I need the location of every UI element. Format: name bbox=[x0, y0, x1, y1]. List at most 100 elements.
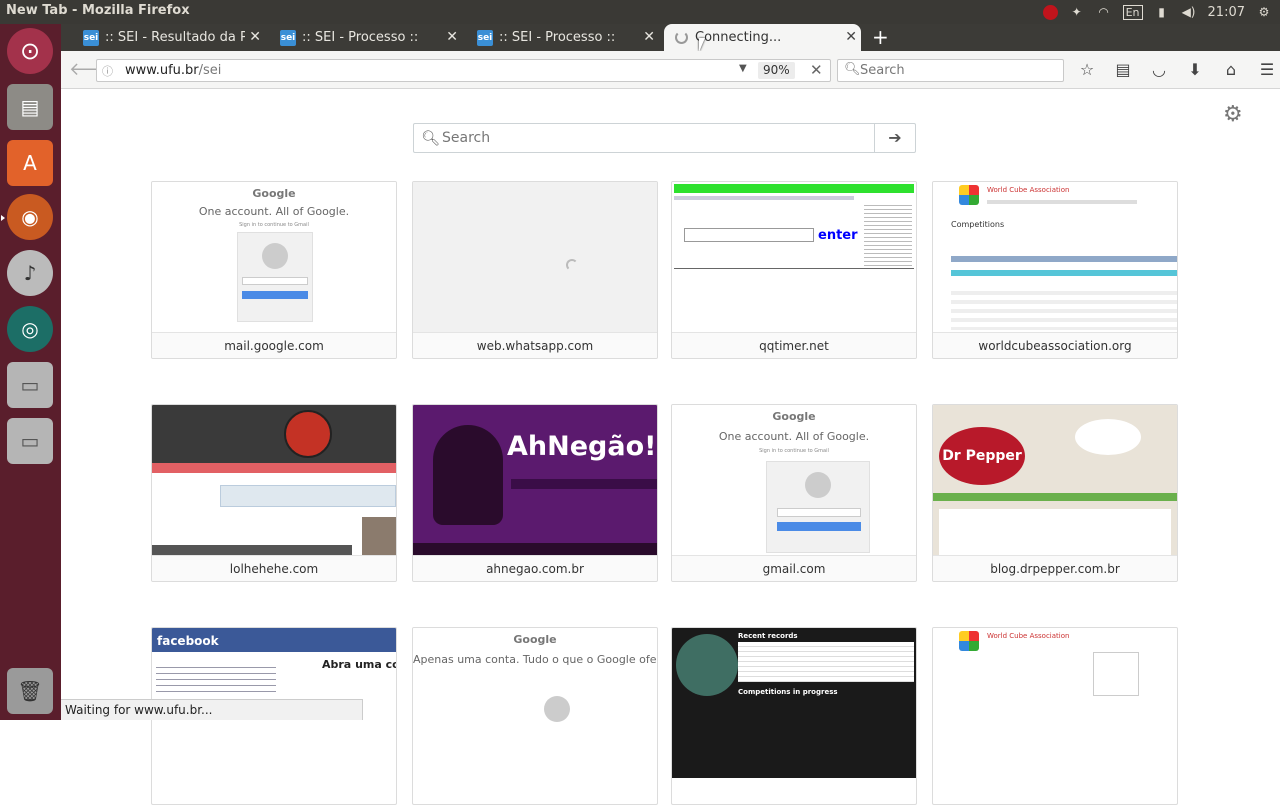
drpepper-article bbox=[939, 509, 1171, 555]
sei-favicon-icon: sei bbox=[280, 29, 296, 46]
ahnegao-mascot bbox=[433, 425, 503, 525]
tile-gmail[interactable]: Google One account. All of Google. Sign … bbox=[671, 404, 917, 582]
tile-thumbnail: Google Apenas uma conta. Tudo o que o Go… bbox=[413, 628, 657, 778]
tile-cube-records[interactable]: Recent records Competitions in progress bbox=[671, 627, 917, 805]
tile-thumbnail: World Cube Association Competitions bbox=[933, 182, 1177, 332]
tile-thumbnail: AhNegão! bbox=[413, 405, 657, 555]
top-panel: New Tab - Mozilla Firefox ✦ ◠ En ▮ ◀) 21… bbox=[0, 0, 1280, 24]
search-icon: 🔍︎ bbox=[844, 62, 861, 77]
launcher: ⊙ ▤ A ◉ ♪ ◎ ▭ ▭ 🗑 bbox=[0, 24, 61, 720]
tile-drpepper[interactable]: Dr Pepper blog.drpepper.com.br bbox=[932, 404, 1178, 582]
wca-nav bbox=[987, 200, 1137, 204]
tile-caption: worldcubeassociation.org bbox=[933, 332, 1177, 358]
stop-loading-icon[interactable]: ✕ bbox=[810, 61, 823, 79]
tile-google-docs[interactable]: Google Apenas uma conta. Tudo o que o Go… bbox=[412, 627, 658, 805]
home-icon[interactable]: ⌂ bbox=[1219, 60, 1243, 79]
tab-sei-resultado[interactable]: sei :: SEI - Resultado da Pe ✕ bbox=[83, 24, 265, 51]
tab-label: Connecting... bbox=[695, 30, 782, 45]
tab-label: :: SEI - Processo :: bbox=[302, 30, 419, 45]
tab-sei-processo-2[interactable]: sei :: SEI - Processo :: ✕ bbox=[477, 24, 659, 51]
records-table bbox=[738, 642, 914, 682]
battery-icon[interactable]: ▮ bbox=[1154, 4, 1170, 20]
tile-worldcubeassociation[interactable]: World Cube Association Competitions worl… bbox=[932, 181, 1178, 359]
rhythmbox-icon[interactable]: ♪ bbox=[7, 250, 53, 296]
url-bar[interactable]: ⓘ www.ufu.br/sei ▼ 90% ✕ bbox=[96, 59, 831, 82]
qq-times-column bbox=[864, 202, 912, 268]
tile-caption: web.whatsapp.com bbox=[413, 332, 657, 358]
cube-logo-icon bbox=[676, 634, 738, 696]
system-tray: ✦ ◠ En ▮ ◀) 21:07 ⚙ bbox=[1042, 0, 1272, 24]
lol-side-photo bbox=[362, 517, 396, 555]
google-logo: Google bbox=[772, 410, 816, 423]
tab-close-icon[interactable]: ✕ bbox=[446, 29, 458, 45]
tab-close-icon[interactable]: ✕ bbox=[845, 29, 857, 45]
records-title: Recent records bbox=[738, 632, 798, 640]
tile-worldcubeassociation-2[interactable]: World Cube Association bbox=[932, 627, 1178, 805]
volume-icon[interactable]: ◀) bbox=[1181, 4, 1197, 20]
google-heading: One account. All of Google. bbox=[198, 205, 350, 218]
reading-list-icon[interactable]: ▤ bbox=[1111, 60, 1135, 79]
drpepper-speech-bubble bbox=[1075, 419, 1141, 455]
firefox-icon[interactable]: ◉ bbox=[7, 194, 53, 240]
wifi-icon[interactable]: ◠ bbox=[1096, 4, 1112, 20]
search-placeholder: Search bbox=[860, 63, 905, 78]
tile-qqtimer[interactable]: enter qqtimer.net bbox=[671, 181, 917, 359]
tile-thumbnail: enter bbox=[672, 182, 916, 332]
tab-close-icon[interactable]: ✕ bbox=[249, 29, 261, 45]
toolbar-icons: ☆ ▤ ◡ ⬇ ⌂ ☰ bbox=[1075, 60, 1279, 79]
new-tab-page: ⚙ 🔍︎ Search ➔ Google One account. All of… bbox=[61, 90, 1280, 805]
nav-bar: 🡐 ⓘ www.ufu.br/sei ▼ 90% ✕ 🔍︎ Search ☆ ▤… bbox=[61, 51, 1280, 89]
keyboard-layout[interactable]: En bbox=[1122, 4, 1143, 20]
menu-hamburger-icon[interactable]: ☰ bbox=[1255, 60, 1279, 79]
tile-ahnegao[interactable]: AhNegão! ahnegao.com.br bbox=[412, 404, 658, 582]
search-go-arrow-icon[interactable]: ➔ bbox=[874, 124, 915, 152]
files-icon[interactable]: ▤ bbox=[7, 84, 53, 130]
signin-card bbox=[766, 461, 870, 553]
facebook-logo: facebook bbox=[157, 634, 219, 648]
tab-close-icon[interactable]: ✕ bbox=[643, 29, 655, 45]
tile-thumbnail: Google One account. All of Google. Sign … bbox=[672, 405, 916, 555]
search-bar[interactable]: 🔍︎ Search bbox=[837, 59, 1064, 82]
facebook-headline: Abra uma conta bbox=[322, 658, 396, 671]
tile-mail-google[interactable]: Google One account. All of Google. Sign … bbox=[151, 181, 397, 359]
downloads-icon[interactable]: ⬇ bbox=[1183, 60, 1207, 79]
avatar bbox=[805, 472, 831, 498]
page-search-input[interactable]: 🔍︎ Search ➔ bbox=[413, 123, 916, 153]
tab-sei-processo-1[interactable]: sei :: SEI - Processo :: ✕ bbox=[280, 24, 462, 51]
google-logo: Google bbox=[252, 187, 296, 200]
software-center-icon[interactable]: A bbox=[7, 140, 53, 186]
tile-caption: mail.google.com bbox=[152, 332, 396, 358]
loading-spinner-icon bbox=[566, 259, 578, 271]
lol-logo-icon bbox=[284, 410, 332, 458]
tile-web-whatsapp[interactable]: web.whatsapp.com bbox=[412, 181, 658, 359]
competitions-title: Competitions in progress bbox=[738, 688, 838, 696]
email-field bbox=[777, 508, 861, 517]
pocket-icon[interactable]: ◡ bbox=[1147, 60, 1171, 79]
url-text[interactable]: www.ufu.br/sei bbox=[125, 63, 221, 78]
new-tab-plus-icon[interactable]: + bbox=[872, 25, 889, 49]
shotwell-icon[interactable]: ◎ bbox=[7, 306, 53, 352]
avatar bbox=[262, 243, 288, 269]
disk-drive-2-icon[interactable]: ▭ bbox=[7, 418, 53, 464]
trash-icon[interactable]: 🗑 bbox=[7, 668, 53, 714]
zoom-level[interactable]: 90% bbox=[758, 62, 795, 79]
power-gear-icon[interactable]: ⚙ bbox=[1256, 4, 1272, 20]
drpepper-logo: Dr Pepper bbox=[939, 427, 1025, 485]
tile-lolhehehe[interactable]: lolhehehe.com bbox=[151, 404, 397, 582]
dropbox-icon[interactable]: ✦ bbox=[1069, 4, 1085, 20]
tile-thumbnail: Dr Pepper bbox=[933, 405, 1177, 555]
wca-title: World Cube Association bbox=[987, 632, 1070, 640]
drpepper-green-bar bbox=[933, 493, 1177, 501]
record-indicator-icon[interactable] bbox=[1042, 4, 1058, 20]
bookmark-star-icon[interactable]: ☆ bbox=[1075, 60, 1099, 79]
dash-home-icon[interactable]: ⊙ bbox=[7, 28, 53, 74]
settings-gear-icon[interactable]: ⚙ bbox=[1223, 102, 1243, 127]
tab-connecting[interactable]: Connecting... ✕ bbox=[664, 24, 861, 51]
back-arrow-icon[interactable]: 🡐 bbox=[69, 59, 117, 81]
info-icon[interactable]: ⓘ bbox=[102, 63, 113, 79]
disk-drive-icon[interactable]: ▭ bbox=[7, 362, 53, 408]
tile-thumbnail: Recent records Competitions in progress bbox=[672, 628, 916, 778]
tile-thumbnail bbox=[152, 405, 396, 555]
url-history-dropdown-icon[interactable]: ▼ bbox=[739, 63, 747, 74]
clock[interactable]: 21:07 bbox=[1208, 5, 1245, 20]
